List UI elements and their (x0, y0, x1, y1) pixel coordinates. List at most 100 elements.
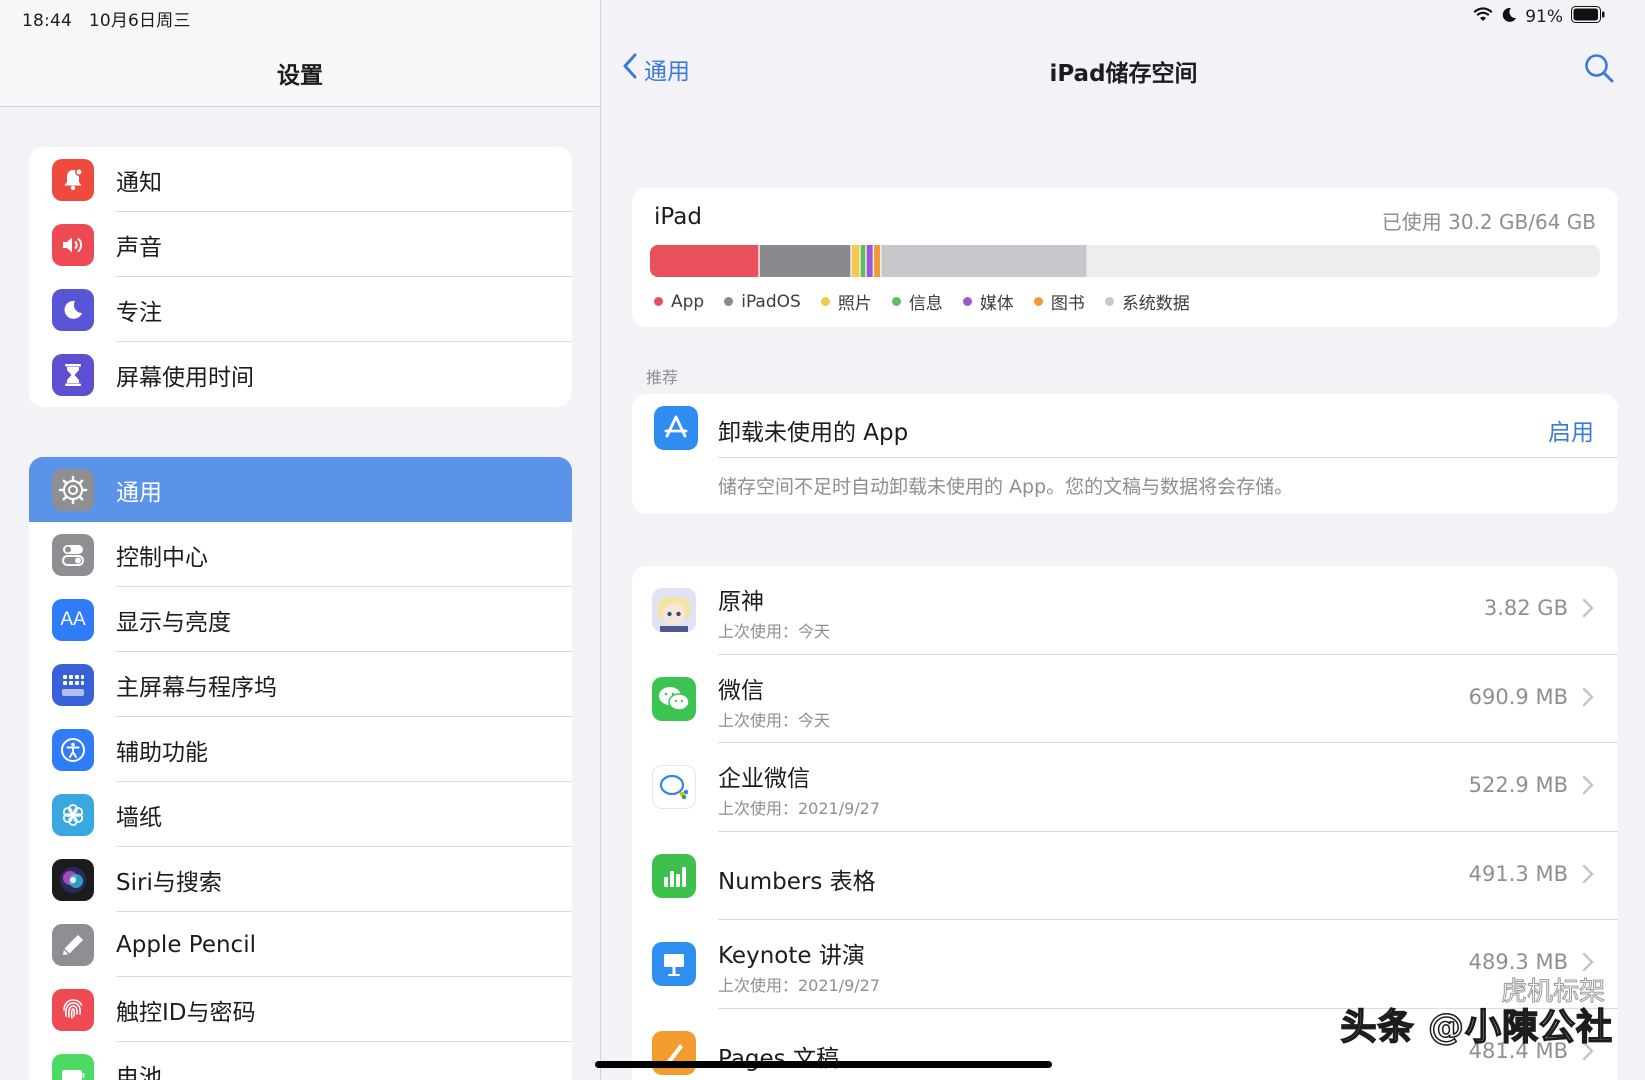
sidebar-item-label: 主屏幕与程序坞 (116, 674, 277, 701)
sidebar-item-display[interactable]: AA 显示与亮度 (29, 587, 572, 652)
app-name: 原神 (718, 589, 764, 615)
accessibility-icon (52, 728, 94, 771)
grid-icon (52, 663, 94, 706)
legend-dot (891, 297, 901, 306)
sidebar-item-label: 通用 (116, 479, 162, 506)
app-last-used: 上次使用：今天 (718, 710, 831, 730)
wechat-icon (652, 676, 696, 721)
sidebar-item-label: 声音 (116, 234, 162, 261)
battery-percent: 91% (1525, 7, 1563, 27)
app-name: 微信 (718, 677, 764, 704)
storage-bar-chart (650, 245, 1087, 277)
status-right: 91% (1473, 6, 1605, 28)
app-size: 491.3 MB (1468, 861, 1568, 886)
legend-label: iPadOS (741, 291, 801, 312)
sidebar-item-focus[interactable]: 专注 (29, 277, 572, 342)
moon-icon (52, 288, 94, 331)
sidebar-item-label: 墙纸 (116, 804, 162, 831)
sidebar-item-label: 显示与亮度 (116, 609, 231, 636)
list-item-genshin[interactable]: 原神 上次使用：今天 3.82 GB (632, 566, 1618, 655)
hourglass-icon (52, 353, 94, 396)
list-item-wechat[interactable]: 微信 上次使用：今天 690.9 MB (632, 655, 1618, 743)
search-icon[interactable] (1583, 52, 1615, 88)
sidebar-item-label: Siri与搜索 (116, 869, 222, 896)
flower-icon (52, 793, 94, 836)
status-time: 18:44 (22, 11, 72, 31)
sidebar-item-wallpaper[interactable]: 墙纸 (29, 782, 572, 847)
battery-icon (52, 1053, 94, 1080)
wifi-icon (1473, 6, 1493, 28)
status-bar: 18:44 10月6日周三 91% (0, 0, 1645, 34)
storage-segment-6 (881, 245, 1087, 277)
sidebar-item-label: 屏幕使用时间 (116, 364, 254, 391)
app-last-used: 上次使用：2021/9/27 (718, 976, 881, 995)
enable-button[interactable]: 启用 (1548, 413, 1594, 447)
legend-label: App (671, 291, 705, 312)
sidebar-item-siri[interactable]: Siri与搜索 (29, 847, 572, 912)
recommendation-card: 卸载未使用的 App 启用 储存空间不足时自动卸载未使用的 App。您的文稿与数… (632, 394, 1618, 514)
legend-dot (1104, 297, 1114, 306)
numbers-icon (652, 853, 696, 898)
list-item-numbers[interactable]: Numbers 表格 491.3 MB (632, 832, 1618, 920)
legend-label: 信息 (908, 294, 943, 314)
chevron-right-icon (1582, 775, 1594, 799)
bell-icon (52, 158, 94, 201)
legend-item: 图书 (1033, 289, 1085, 314)
sidebar-item-home-screen[interactable]: 主屏幕与程序坞 (29, 652, 572, 717)
legend-item: 系统数据 (1104, 289, 1190, 314)
home-indicator[interactable] (595, 1061, 1052, 1068)
app-name: Numbers 表格 (718, 868, 876, 895)
legend-dot (1033, 297, 1043, 306)
sidebar-item-battery[interactable]: 电池 (29, 1042, 572, 1080)
storage-segment-5 (874, 245, 880, 277)
legend-label: 媒体 (979, 294, 1014, 314)
storage-legend: App iPadOS 照片 信息 媒体 图书 系统数据 (654, 289, 1190, 314)
wecom-icon (652, 765, 696, 809)
app-size: 522.9 MB (1468, 773, 1568, 797)
storage-segment-4 (866, 245, 873, 277)
app-last-used: 上次使用：2021/9/27 (718, 799, 881, 818)
legend-dot (820, 297, 830, 306)
siri-icon (52, 858, 94, 901)
status-date: 10月6日周三 (88, 11, 191, 31)
pencil-icon (52, 923, 94, 966)
list-item-keynote[interactable]: Keynote 讲演 上次使用：2021/9/27 489.3 MB (632, 920, 1618, 1009)
legend-item: 信息 (891, 289, 943, 314)
fingerprint-icon (52, 988, 94, 1031)
sidebar-item-control-center[interactable]: 控制中心 (29, 522, 572, 587)
sidebar-item-label: 辅助功能 (116, 739, 208, 766)
storage-used: 已使用 30.2 GB/64 GB (1381, 210, 1596, 234)
list-item-wecom[interactable]: 企业微信 上次使用：2021/9/27 522.9 MB (632, 743, 1618, 832)
legend-dot (962, 297, 972, 306)
app-store-icon (654, 406, 698, 450)
speaker-icon (52, 223, 94, 266)
page-title: iPad储存空间 (1049, 61, 1198, 87)
chevron-right-icon (1582, 687, 1594, 711)
sidebar-item-notifications[interactable]: 通知 (29, 147, 572, 212)
app-size: 3.82 GB (1483, 596, 1568, 620)
sidebar-item-label: Apple Pencil (116, 931, 256, 958)
sidebar-item-touch-id[interactable]: 触控ID与密码 (29, 977, 572, 1042)
legend-item: iPadOS (724, 289, 801, 314)
sidebar-item-label: 通知 (116, 169, 162, 196)
app-last-used: 上次使用：今天 (718, 622, 831, 641)
sidebar-item-apple-pencil[interactable]: Apple Pencil (29, 912, 572, 977)
legend-item: 照片 (820, 289, 872, 314)
sidebar-title: 设置 (277, 63, 323, 89)
sidebar-item-sounds[interactable]: 声音 (29, 212, 572, 277)
sidebar-item-accessibility[interactable]: 辅助功能 (29, 717, 572, 782)
legend-label: 照片 (837, 294, 872, 314)
sidebar-item-general[interactable]: 通用 (29, 457, 572, 522)
sidebar-item-label: 电池 (116, 1064, 162, 1080)
section-label-recommend: 推荐 (646, 368, 679, 387)
legend-dot (724, 297, 734, 306)
sidebar-item-screen-time[interactable]: 屏幕使用时间 (29, 342, 572, 407)
legend-label: 系统数据 (1121, 294, 1190, 314)
moon-status-icon (1501, 7, 1517, 28)
settings-group-2: 通用 控制中心 AA 显示与亮度 主屏幕与程序坞 辅助功能 墙纸 Siri与搜索… (29, 457, 572, 1080)
offload-title: 卸载未使用的 App (718, 420, 909, 446)
legend-dot (654, 297, 663, 306)
app-size: 690.9 MB (1468, 684, 1568, 709)
legend-label: 图书 (1050, 294, 1085, 314)
sidebar-item-label: 专注 (116, 299, 162, 326)
